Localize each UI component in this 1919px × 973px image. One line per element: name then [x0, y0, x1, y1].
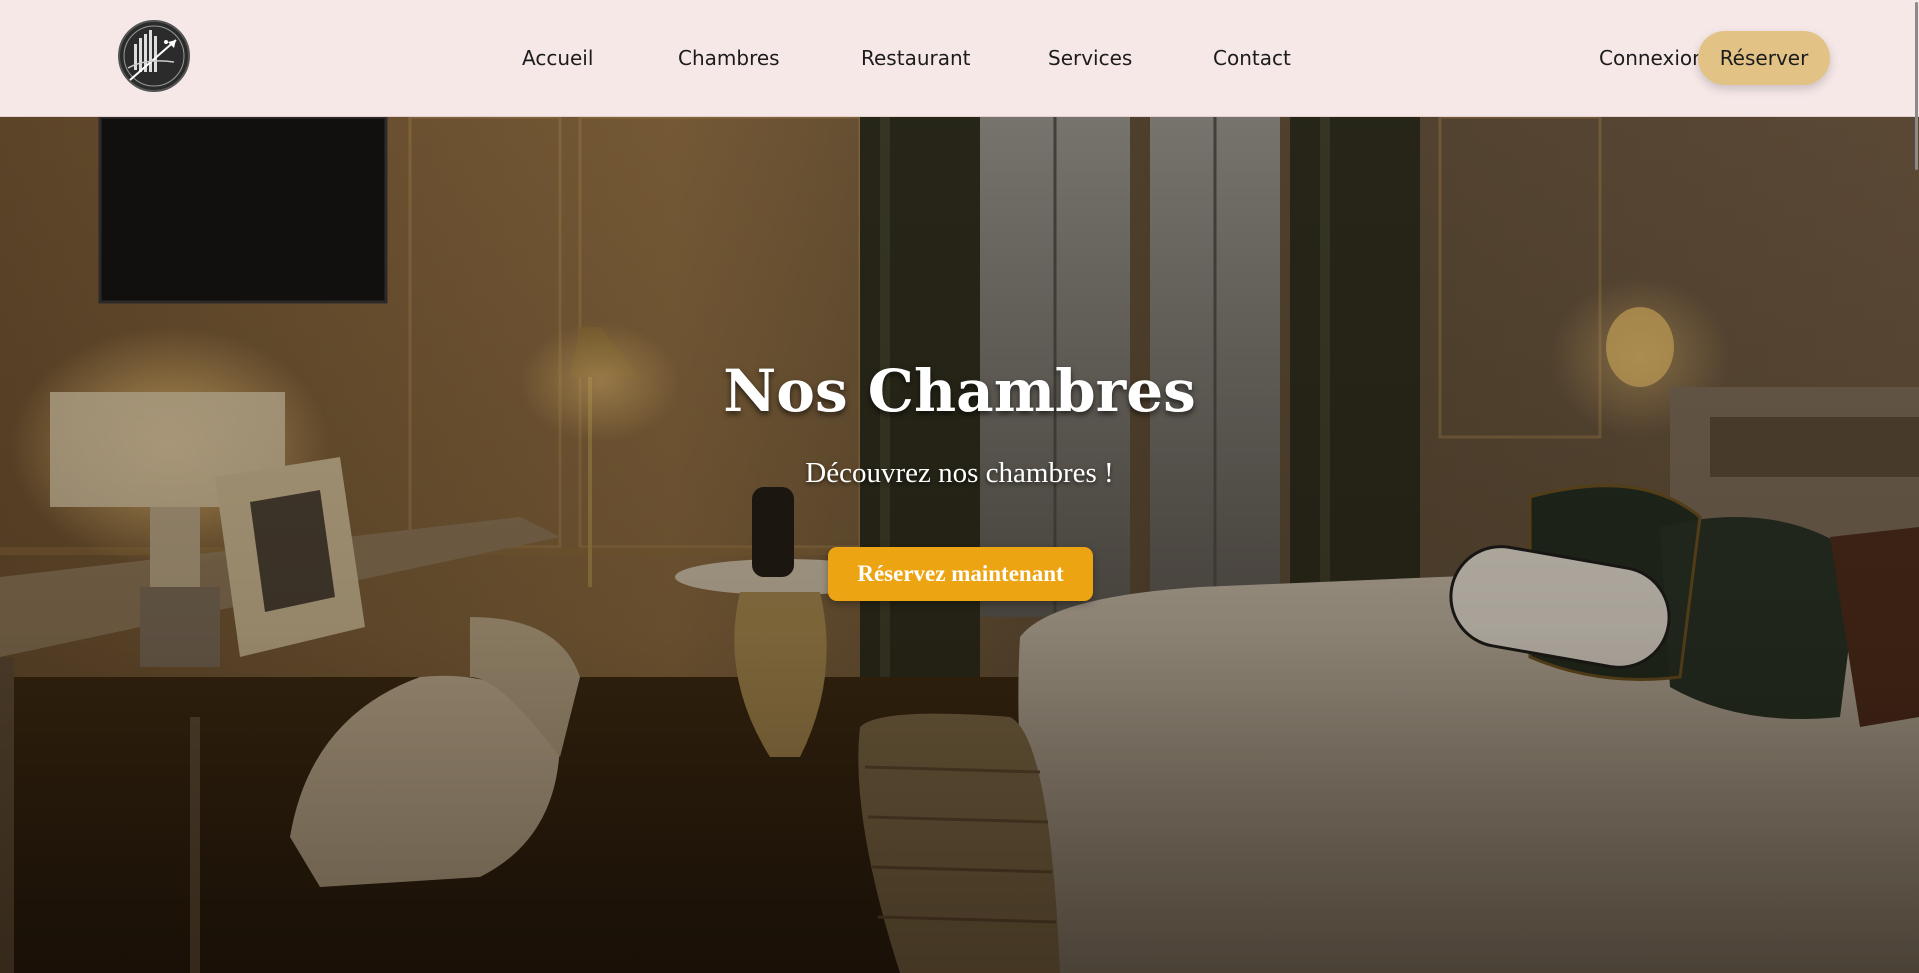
- nav-item-restaurant[interactable]: Restaurant: [861, 46, 971, 70]
- nav-item-chambres[interactable]: Chambres: [678, 46, 780, 70]
- scrollbar-thumb[interactable]: [1915, 2, 1918, 170]
- site-header: Accueil Chambres Restaurant Services Con…: [0, 0, 1919, 117]
- connexion-link[interactable]: Connexion: [1599, 46, 1705, 70]
- book-now-button[interactable]: Réservez maintenant: [828, 547, 1093, 601]
- nav-item-services[interactable]: Services: [1048, 46, 1132, 70]
- hero-section: Nos Chambres Découvrez nos chambres ! Ré…: [0, 117, 1919, 973]
- reserve-button[interactable]: Réserver: [1698, 31, 1830, 85]
- nav-item-contact[interactable]: Contact: [1213, 46, 1291, 70]
- hero-title: Nos Chambres: [723, 357, 1196, 425]
- hero-overlay: [0, 117, 1919, 973]
- nav-item-accueil[interactable]: Accueil: [522, 46, 593, 70]
- hero-subtitle: Découvrez nos chambres !: [805, 457, 1114, 489]
